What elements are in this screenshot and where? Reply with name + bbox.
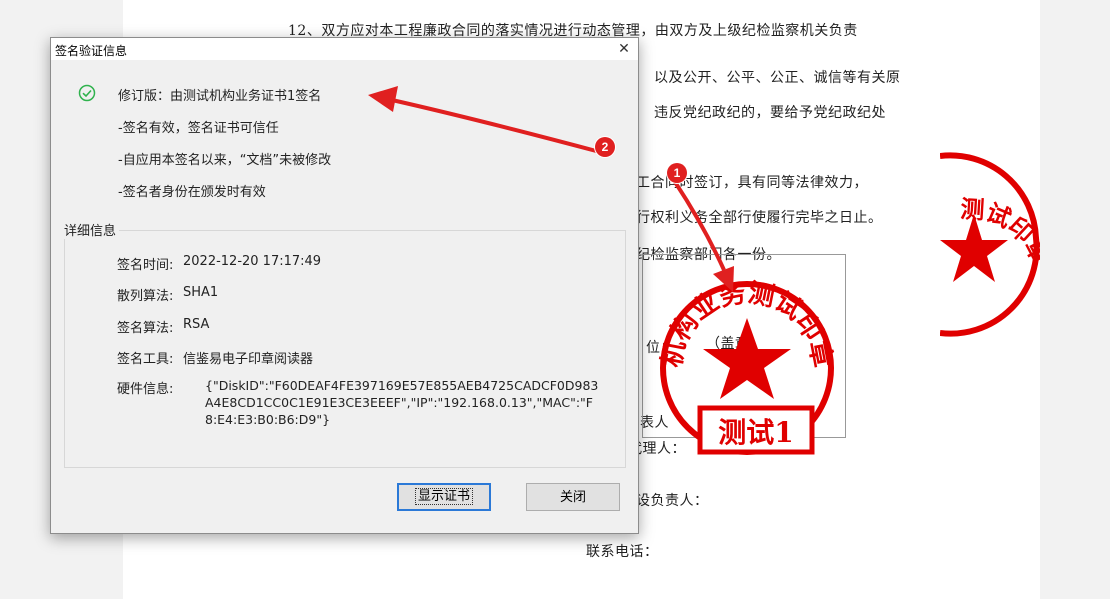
show-certificate-button[interactable]: 显示证书	[397, 483, 491, 511]
doc-line-12: 联系电话：	[586, 544, 659, 560]
doc-line-2: 以及公开、公平、公正、诚信等有关原	[654, 70, 901, 86]
status-line-unmodified: -自应用本签名以来，“文档”未被修改	[118, 153, 332, 168]
sign-tool-value: 信鉴易电子印章阅读器	[183, 352, 314, 367]
hardware-info-label: 硬件信息:	[117, 382, 174, 397]
annotation-badge-1: 1	[667, 163, 687, 183]
sign-time-value: 2022-12-20 17:17:49	[183, 254, 322, 269]
seal-side: 测试印章	[940, 152, 1040, 337]
signature-verification-dialog: 签名验证信息 ✕ 修订版：由测试机构业务证书1签名 -签名有效，签名证书可信任 …	[50, 37, 639, 534]
doc-line-5: 行权利义务全部行使履行完毕之日止。	[636, 210, 883, 226]
check-circle-icon	[78, 84, 96, 102]
sign-tool-label: 签名工具:	[117, 352, 174, 367]
annotation-badge-2: 2	[595, 137, 615, 157]
dialog-titlebar[interactable]: 签名验证信息 ✕	[51, 38, 638, 60]
show-certificate-label: 显示证书	[414, 488, 474, 505]
sign-time-label: 签名时间:	[117, 258, 174, 273]
dialog-title: 签名验证信息	[55, 44, 128, 58]
seal-main-bottom-text: 测试1	[718, 416, 793, 449]
status-line-identity: -签名者身份在颁发时有效	[118, 185, 266, 200]
status-line-valid: -签名有效，签名证书可信任	[118, 121, 279, 136]
hash-alg-label: 散列算法:	[117, 289, 174, 304]
close-button[interactable]: 关闭	[526, 483, 620, 511]
details-group-label: 详细信息	[64, 220, 120, 239]
close-icon[interactable]: ✕	[610, 38, 638, 60]
seal-main: 机构业务测试印章 测试1	[657, 278, 838, 455]
hash-alg-value: SHA1	[183, 285, 219, 300]
doc-line-11: 设负责人：	[636, 493, 709, 509]
seal-main-star	[703, 318, 791, 399]
doc-line-3: 违反党纪政纪的，要给予党纪政纪处	[654, 105, 886, 121]
status-headline: 修订版：由测试机构业务证书1签名	[118, 89, 322, 104]
hardware-info-value: {"DiskID":"F60DEAF4FE397169E57E855AEB472…	[205, 378, 599, 427]
sign-alg-value: RSA	[183, 317, 210, 332]
sign-alg-label: 签名算法:	[117, 321, 174, 336]
